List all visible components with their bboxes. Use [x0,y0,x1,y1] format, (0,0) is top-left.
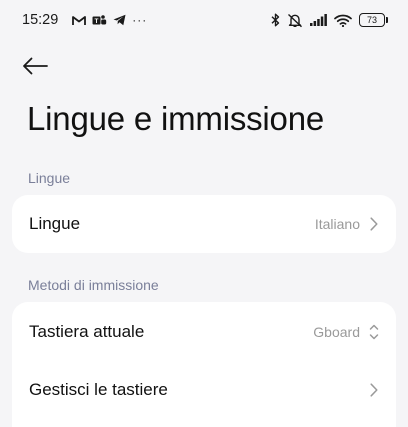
signal-icon [310,14,327,26]
status-bar-right: 73 [264,13,388,28]
status-time: 15:29 [22,12,59,28]
back-button[interactable] [22,52,58,80]
battery-level: 73 [359,13,385,27]
battery-icon: 73 [359,13,388,27]
bluetooth-icon [271,13,280,27]
status-bar-left: 15:29 T ··· [22,12,147,28]
telegram-icon [113,14,126,26]
current-keyboard-label: Tastiera attuale [29,322,145,341]
current-keyboard-value: Gboard [313,324,360,340]
manage-keyboards-label: Gestisci le tastiere [29,380,168,399]
page-title: Lingue e immissione [27,100,325,137]
section-header-input-methods: Metodi di immissione [28,277,159,293]
more-notifications-icon: ··· [132,13,148,27]
languages-row-value: Italiano [314,216,360,232]
svg-text:T: T [95,18,99,25]
chevron-right-icon [368,383,380,397]
languages-row-label: Lingue [29,214,81,233]
manage-keyboards-row[interactable]: Gestisci le tastiere [12,361,396,419]
teams-icon: T [92,14,107,27]
section-header-languages: Lingue [28,170,71,186]
languages-row[interactable]: Lingue Italiano [12,195,396,253]
input-methods-card: Tastiera attuale Gboard Gestisci le tast… [12,302,396,427]
current-keyboard-row[interactable]: Tastiera attuale Gboard [12,303,396,361]
status-bar: 15:29 T ··· 73 [0,0,408,40]
battery-nub [386,17,388,23]
arrow-left-icon [22,57,48,75]
chevron-right-icon [368,217,380,231]
wifi-icon [334,14,352,27]
chevron-up-down-icon [368,323,380,341]
gmail-icon [72,15,87,26]
languages-card: Lingue Italiano [12,195,396,253]
mute-icon [287,13,303,28]
